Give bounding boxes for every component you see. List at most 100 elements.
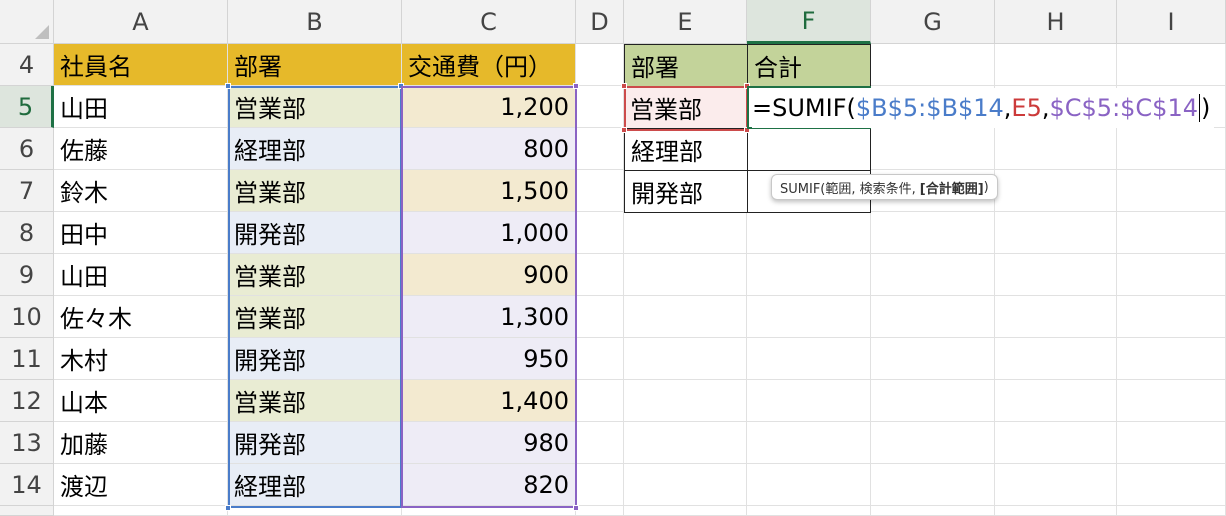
cell-f5-formula-editor[interactable]: =SUMIF($B$5:$B$14, E5, $C$5:$C$14) — [752, 88, 1215, 128]
range-c-handle-br[interactable] — [573, 505, 579, 511]
cell-a6[interactable]: 佐藤 — [54, 128, 228, 170]
empty-cell[interactable] — [576, 44, 624, 86]
cell-f4-header-total[interactable]: 合計 — [747, 44, 871, 87]
empty-cell[interactable] — [576, 506, 624, 516]
empty-cell[interactable] — [576, 422, 624, 464]
row-header-4[interactable]: 4 — [0, 44, 54, 86]
cell-c10[interactable]: 1,300 — [402, 296, 576, 338]
cell-b6[interactable]: 経理部 — [228, 128, 402, 170]
empty-cell[interactable] — [1117, 422, 1226, 464]
empty-cell[interactable] — [624, 464, 747, 506]
cell-c12[interactable]: 1,400 — [402, 380, 576, 422]
function-signature-tooltip[interactable]: SUMIF(範囲, 検索条件, [合計範囲]) — [771, 174, 998, 200]
cell-c9[interactable]: 900 — [402, 254, 576, 296]
empty-cell[interactable] — [1117, 170, 1226, 212]
row-header-5[interactable]: 5 — [0, 86, 54, 128]
empty-cell[interactable] — [624, 506, 747, 516]
cell-c13[interactable]: 980 — [402, 422, 576, 464]
empty-cell[interactable] — [747, 254, 871, 296]
column-header-a[interactable]: A — [54, 0, 228, 44]
empty-cell[interactable] — [1117, 212, 1226, 254]
cell-c7[interactable]: 1,500 — [402, 170, 576, 212]
empty-cell[interactable] — [871, 380, 995, 422]
select-all-corner[interactable] — [0, 0, 54, 44]
cell-f6[interactable] — [747, 128, 871, 171]
range-b-handle-bl[interactable] — [225, 505, 231, 511]
cell-c5[interactable]: 1,200 — [402, 86, 576, 128]
cell-b5[interactable]: 営業部 — [228, 86, 402, 128]
cell-b12[interactable]: 営業部 — [228, 380, 402, 422]
cell-c6[interactable]: 800 — [402, 128, 576, 170]
empty-cell[interactable] — [624, 380, 747, 422]
empty-cell[interactable] — [624, 254, 747, 296]
cell-e4-header-dept[interactable]: 部署 — [624, 44, 748, 87]
empty-cell[interactable] — [576, 86, 624, 128]
empty-cell[interactable] — [747, 380, 871, 422]
row-header-9[interactable]: 9 — [0, 254, 54, 296]
cell-b14[interactable]: 経理部 — [228, 464, 402, 506]
cell-a13[interactable]: 加藤 — [54, 422, 228, 464]
empty-cell[interactable] — [871, 506, 995, 516]
empty-cell[interactable] — [871, 422, 995, 464]
empty-cell[interactable] — [995, 254, 1117, 296]
cell-a7[interactable]: 鈴木 — [54, 170, 228, 212]
column-header-f[interactable]: F — [747, 0, 871, 44]
column-header-c[interactable]: C — [402, 0, 576, 44]
cell-c11[interactable]: 950 — [402, 338, 576, 380]
row-header-14[interactable]: 14 — [0, 464, 54, 506]
cell-e5[interactable]: 営業部 — [624, 86, 748, 129]
range-c-handle-tr[interactable] — [573, 83, 579, 89]
empty-cell[interactable] — [871, 212, 995, 254]
empty-cell[interactable] — [1117, 338, 1226, 380]
empty-cell[interactable] — [871, 44, 995, 86]
column-header-e[interactable]: E — [624, 0, 747, 44]
column-header-g[interactable]: G — [871, 0, 995, 44]
cell-b13[interactable]: 開発部 — [228, 422, 402, 464]
cell-b4-header-dept[interactable]: 部署 — [228, 44, 402, 86]
cell-a9[interactable]: 山田 — [54, 254, 228, 296]
cell-a11[interactable]: 木村 — [54, 338, 228, 380]
cell-c14[interactable]: 820 — [402, 464, 576, 506]
empty-cell[interactable] — [1117, 380, 1226, 422]
empty-cell[interactable] — [995, 380, 1117, 422]
empty-cell[interactable] — [995, 338, 1117, 380]
cell-b7[interactable]: 営業部 — [228, 170, 402, 212]
empty-cell[interactable] — [1117, 254, 1226, 296]
cell-a10[interactable]: 佐々木 — [54, 296, 228, 338]
spreadsheet-grid[interactable]: A B C D E F G H I 4 5 6 7 8 9 10 11 12 1… — [0, 0, 1226, 516]
empty-cell[interactable] — [871, 254, 995, 296]
empty-cell[interactable] — [871, 338, 995, 380]
empty-cell[interactable] — [576, 338, 624, 380]
empty-cell[interactable] — [1117, 44, 1226, 86]
empty-cell[interactable] — [995, 296, 1117, 338]
cell-b11[interactable]: 開発部 — [228, 338, 402, 380]
empty-cell[interactable] — [747, 422, 871, 464]
range-e5-handle-bl[interactable] — [621, 127, 627, 133]
empty-cell[interactable] — [747, 506, 871, 516]
empty-cell[interactable] — [1117, 128, 1226, 170]
empty-cell[interactable] — [402, 506, 576, 516]
column-header-h[interactable]: H — [995, 0, 1117, 44]
empty-cell[interactable] — [1117, 506, 1226, 516]
cell-b8[interactable]: 開発部 — [228, 212, 402, 254]
empty-cell[interactable] — [576, 254, 624, 296]
empty-cell[interactable] — [995, 128, 1117, 170]
empty-cell[interactable] — [747, 296, 871, 338]
empty-cell[interactable] — [1117, 464, 1226, 506]
row-header-12[interactable]: 12 — [0, 380, 54, 422]
column-header-d[interactable]: D — [576, 0, 624, 44]
cell-a12[interactable]: 山本 — [54, 380, 228, 422]
row-header-11[interactable]: 11 — [0, 338, 54, 380]
empty-cell[interactable] — [576, 170, 624, 212]
empty-cell[interactable] — [624, 422, 747, 464]
empty-cell[interactable] — [624, 212, 747, 254]
empty-cell[interactable] — [871, 128, 995, 170]
range-b-handle-tl[interactable] — [225, 83, 231, 89]
range-e5-handle-tr[interactable] — [744, 83, 750, 89]
empty-cell[interactable] — [995, 506, 1117, 516]
empty-cell[interactable] — [576, 380, 624, 422]
empty-cell[interactable] — [228, 506, 402, 516]
cell-e7[interactable]: 開発部 — [624, 170, 748, 213]
cell-a4-header-name[interactable]: 社員名 — [54, 44, 228, 86]
row-header-7[interactable]: 7 — [0, 170, 54, 212]
